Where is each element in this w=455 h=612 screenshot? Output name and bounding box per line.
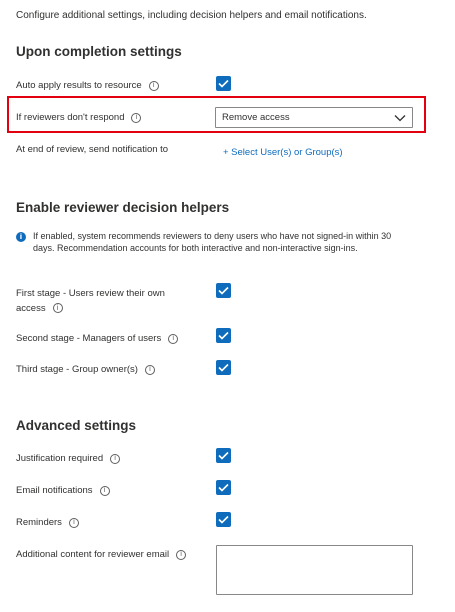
auto-apply-checkbox[interactable] [216, 76, 231, 91]
info-icon[interactable]: i [144, 364, 155, 375]
second-stage-label: Second stage - Managers of users i [16, 333, 179, 344]
decision-helpers-info: i If enabled, system recommends reviewer… [16, 230, 401, 254]
notify-label: At end of review, send notification to [16, 144, 169, 155]
email-notifications-checkbox[interactable] [216, 480, 231, 495]
first-stage-checkbox[interactable] [216, 283, 231, 298]
auto-apply-label: Auto apply results to resource i [16, 80, 159, 91]
highlight-box [7, 96, 426, 133]
reminders-checkbox[interactable] [216, 512, 231, 527]
second-stage-checkbox[interactable] [216, 328, 231, 343]
info-icon[interactable]: i [148, 80, 159, 91]
checkmark-icon [218, 286, 229, 295]
info-icon[interactable]: i [68, 517, 79, 528]
checkmark-icon [218, 515, 229, 524]
first-stage-label-text: First stage - Users review their own acc… [16, 288, 165, 314]
additional-content-textarea[interactable] [216, 545, 413, 595]
second-stage-label-text: Second stage - Managers of users [16, 333, 162, 344]
decision-helpers-title: Enable reviewer decision helpers [16, 200, 230, 215]
checkmark-icon [218, 451, 229, 460]
select-users-or-groups-link[interactable]: + Select User(s) or Group(s) [223, 147, 343, 158]
reminders-label: Reminders i [16, 517, 79, 528]
info-icon[interactable]: i [176, 549, 187, 560]
completion-settings-title: Upon completion settings [16, 44, 182, 59]
email-notifications-label: Email notifications i [16, 485, 110, 496]
third-stage-checkbox[interactable] [216, 360, 231, 375]
advanced-settings-title: Advanced settings [16, 418, 137, 433]
email-notifications-label-text: Email notifications [16, 485, 93, 496]
third-stage-label-text: Third stage - Group owner(s) [16, 364, 138, 375]
info-filled-icon: i [16, 232, 26, 242]
page-description: Configure additional settings, including… [16, 10, 367, 21]
info-icon[interactable]: i [168, 333, 179, 344]
justification-label-text: Justification required [16, 453, 104, 464]
info-icon[interactable]: i [52, 303, 63, 314]
info-icon[interactable]: i [110, 453, 121, 464]
checkmark-icon [218, 363, 229, 372]
checkmark-icon [218, 79, 229, 88]
info-icon[interactable]: i [99, 485, 110, 496]
first-stage-label: First stage - Users review their own acc… [16, 286, 186, 316]
additional-content-label-text: Additional content for reviewer email [16, 549, 170, 560]
additional-content-label: Additional content for reviewer email i [16, 549, 187, 560]
checkmark-icon [218, 331, 229, 340]
third-stage-label: Third stage - Group owner(s) i [16, 364, 155, 375]
justification-checkbox[interactable] [216, 448, 231, 463]
justification-label: Justification required i [16, 453, 121, 464]
checkmark-icon [218, 483, 229, 492]
auto-apply-label-text: Auto apply results to resource [16, 80, 142, 91]
decision-helpers-info-text: If enabled, system recommends reviewers … [33, 231, 392, 253]
reminders-label-text: Reminders [16, 517, 62, 528]
